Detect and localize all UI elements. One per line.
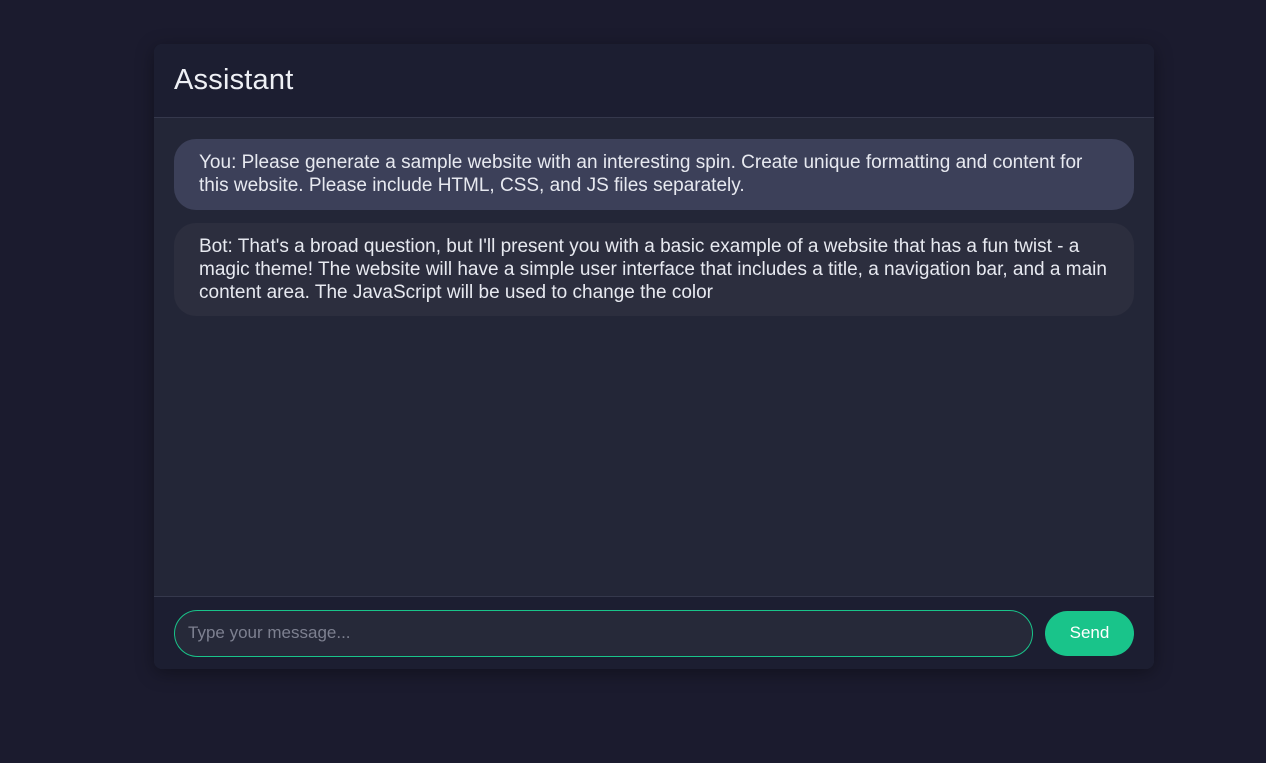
user-message: You: Please generate a sample website wi… bbox=[174, 139, 1134, 210]
message-input[interactable] bbox=[174, 609, 1033, 657]
chat-window: Assistant You: Please generate a sample … bbox=[154, 44, 1154, 669]
chat-header: Assistant bbox=[154, 44, 1154, 118]
message-list: You: Please generate a sample website wi… bbox=[154, 118, 1154, 596]
page-title: Assistant bbox=[174, 64, 294, 96]
bot-message: Bot: That's a broad question, but I'll p… bbox=[174, 223, 1134, 316]
send-button[interactable]: Send bbox=[1045, 610, 1134, 656]
message-composer: Send bbox=[154, 596, 1154, 669]
